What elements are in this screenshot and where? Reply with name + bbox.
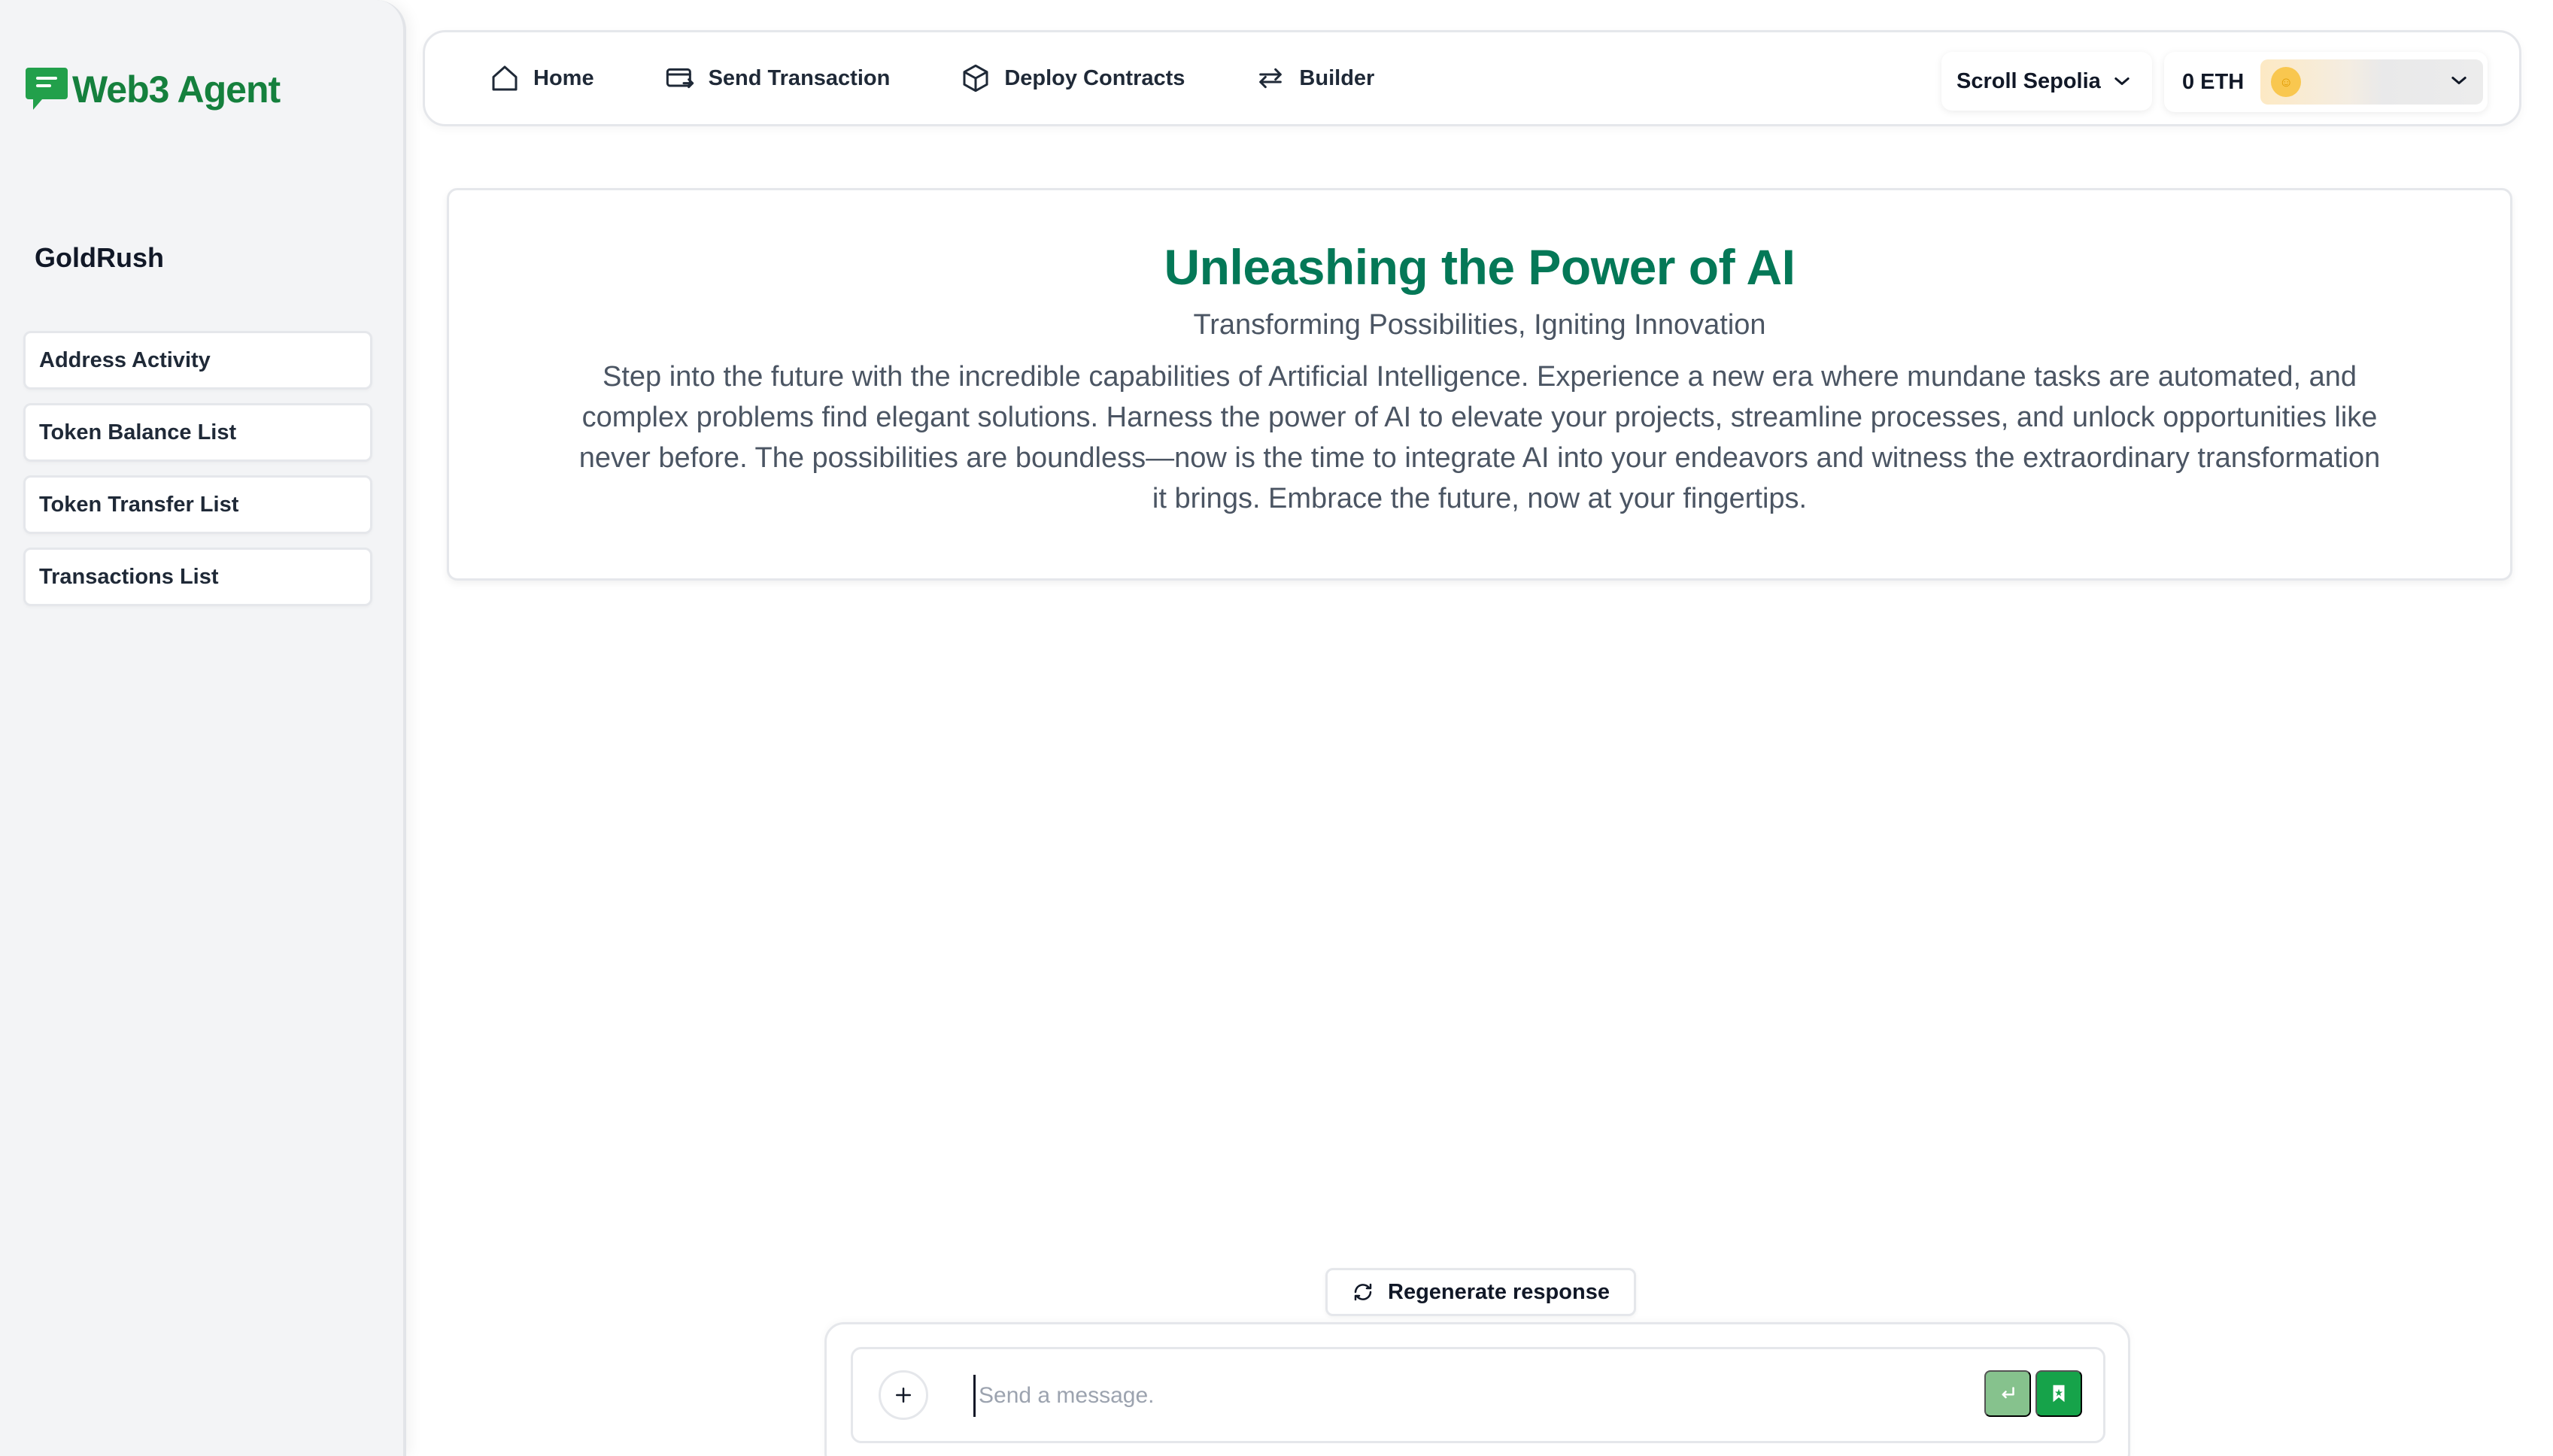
nav-deploy-contracts[interactable]: Deploy Contracts bbox=[961, 63, 1185, 93]
nav-home[interactable]: Home bbox=[490, 63, 594, 93]
chat-composer-panel bbox=[824, 1322, 2130, 1456]
chevron-down-icon bbox=[2114, 77, 2130, 86]
sidebar-item-token-transfer-list[interactable]: Token Transfer List bbox=[23, 475, 372, 534]
chat-bubble-icon bbox=[26, 68, 68, 110]
nav-home-label: Home bbox=[533, 65, 594, 90]
account-avatar-icon: ☺ bbox=[2271, 67, 2302, 97]
sidebar-item-transactions-list[interactable]: Transactions List bbox=[23, 548, 372, 606]
brand-name: Web3 Agent bbox=[72, 68, 281, 111]
hero-subtitle: Transforming Possibilities, Igniting Inn… bbox=[1193, 309, 1766, 341]
sidebar-item-label: Transactions List bbox=[39, 564, 219, 589]
enter-icon bbox=[2002, 1387, 2014, 1399]
sidebar-section-title: GoldRush bbox=[35, 242, 164, 273]
sidebar-list: Address Activity Token Balance List Toke… bbox=[23, 331, 372, 620]
nav-builder[interactable]: Builder bbox=[1255, 63, 1374, 93]
nav-send-transaction-label: Send Transaction bbox=[708, 65, 891, 90]
nav-links: Home Send Transaction Deploy Contracts B… bbox=[490, 32, 1445, 124]
new-chat-button[interactable] bbox=[879, 1370, 928, 1420]
wallet-balance: 0 ETH bbox=[2182, 69, 2245, 94]
bookmark-button[interactable] bbox=[2035, 1370, 2082, 1417]
cube-icon bbox=[963, 64, 988, 93]
brand-logo[interactable]: Web3 Agent bbox=[26, 63, 281, 116]
hero-body: Step into the future with the incredible… bbox=[578, 361, 2381, 514]
nav-deploy-contracts-label: Deploy Contracts bbox=[1004, 65, 1185, 90]
top-navigation: Home Send Transaction Deploy Contracts B… bbox=[423, 30, 2521, 126]
message-input[interactable] bbox=[973, 1375, 1951, 1417]
home-icon bbox=[492, 65, 518, 91]
app-root: Web3 Agent GoldRush Address Activity Tok… bbox=[0, 0, 2553, 1456]
regenerate-button[interactable]: Regenerate response bbox=[1325, 1268, 1636, 1316]
hero-card: Unleashing the Power of AI Transforming … bbox=[447, 188, 2512, 581]
nav-builder-label: Builder bbox=[1299, 65, 1375, 90]
sidebar-item-token-balance-list[interactable]: Token Balance List bbox=[23, 403, 372, 462]
send-button[interactable] bbox=[1984, 1370, 2031, 1417]
arrows-exchange-icon bbox=[1259, 68, 1283, 89]
regenerate-label: Regenerate response bbox=[1388, 1279, 1610, 1304]
sidebar-item-label: Token Balance List bbox=[39, 420, 237, 444]
sidebar: Web3 Agent GoldRush Address Activity Tok… bbox=[0, 0, 406, 1456]
sidebar-item-address-activity[interactable]: Address Activity bbox=[23, 331, 372, 390]
bookmark-icon bbox=[2053, 1385, 2065, 1403]
sidebar-item-label: Address Activity bbox=[39, 347, 211, 372]
credit-card-send-icon bbox=[666, 68, 694, 89]
nav-send-transaction[interactable]: Send Transaction bbox=[665, 63, 891, 93]
network-selector[interactable]: Scroll Sepolia bbox=[1941, 52, 2152, 111]
network-name: Scroll Sepolia bbox=[1956, 68, 2101, 93]
chevron-down-icon bbox=[2451, 76, 2466, 85]
sidebar-item-label: Token Transfer List bbox=[39, 492, 239, 517]
refresh-icon bbox=[1354, 1283, 1372, 1301]
hero-title: Unleashing the Power of AI bbox=[1164, 239, 1796, 295]
wallet-widget: 0 ETH ☺ bbox=[2164, 52, 2488, 112]
account-button[interactable]: ☺ bbox=[2260, 59, 2484, 105]
plus-icon bbox=[896, 1388, 911, 1403]
chat-composer bbox=[851, 1347, 2105, 1443]
